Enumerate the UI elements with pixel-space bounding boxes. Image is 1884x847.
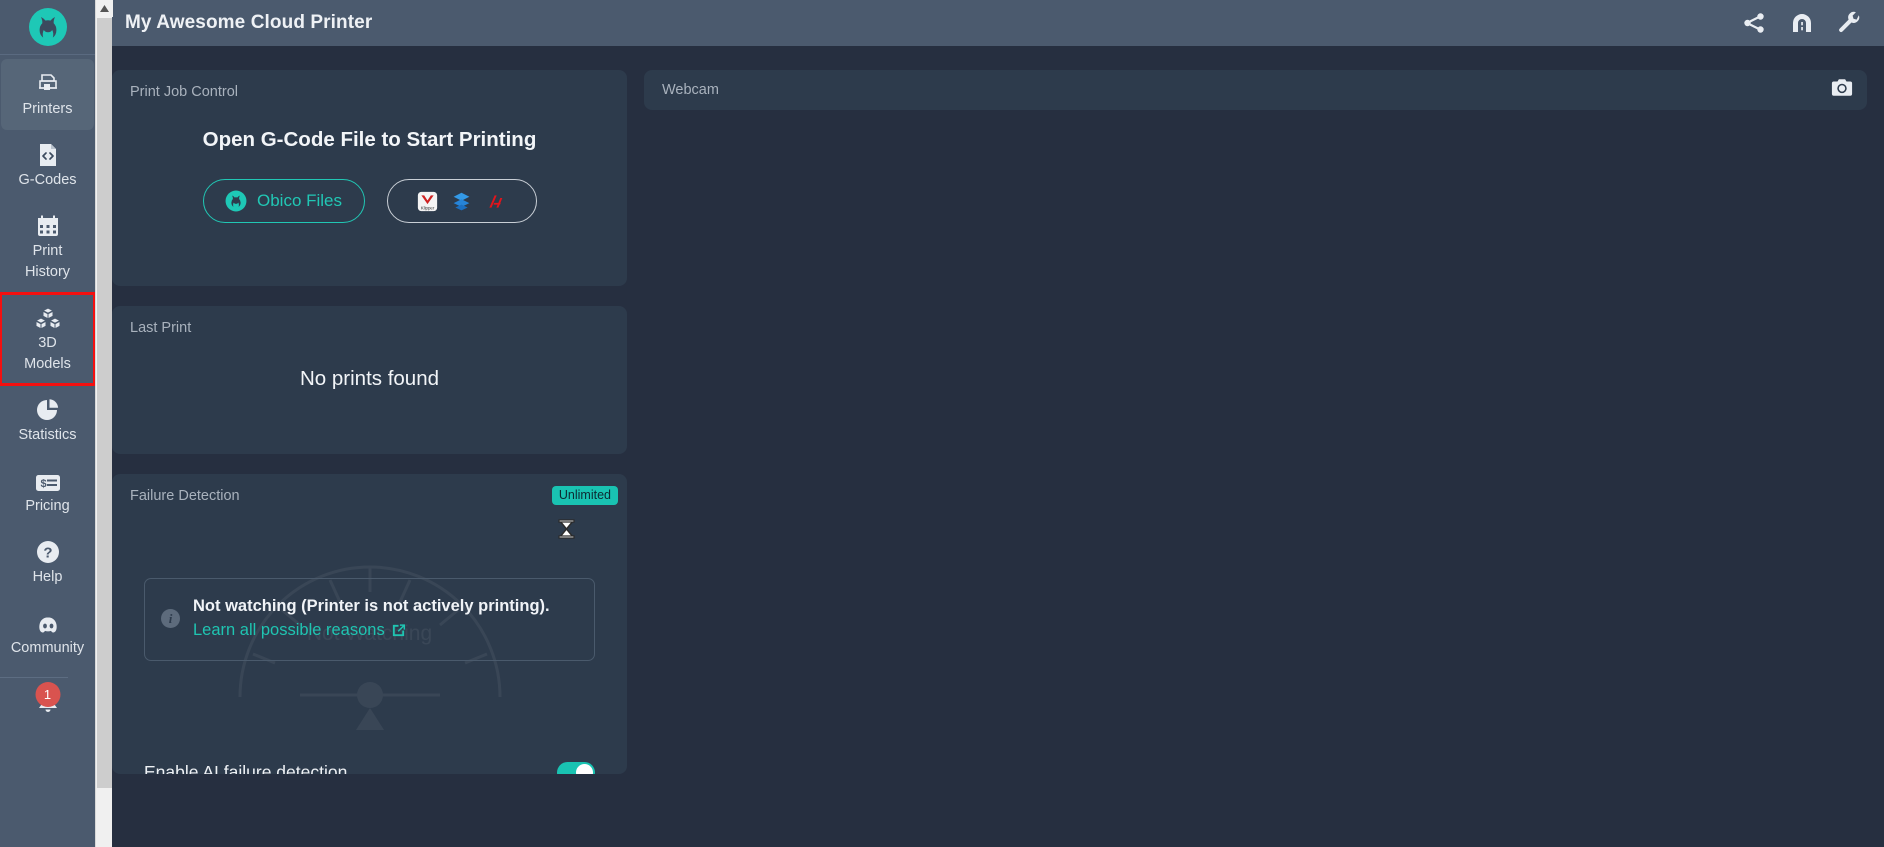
ai-failure-toggle[interactable] — [557, 762, 595, 774]
sidebar-item-label: 3D Models — [24, 335, 71, 372]
sidebar-item-3d-models[interactable]: 3D Models — [0, 292, 95, 386]
tunnel-icon[interactable] — [1790, 11, 1814, 35]
left-column: Print Job Control Open G-Code File to St… — [112, 70, 627, 847]
sidebar-nav: Printers G-Codes Print History 3D Models… — [0, 55, 95, 716]
sidebar-item-notifications[interactable]: 1 — [0, 680, 95, 716]
print-job-buttons: Obico Files Klipper — [112, 179, 627, 223]
wrench-icon[interactable] — [1838, 11, 1862, 35]
printer-icon — [36, 70, 60, 96]
discord-icon — [35, 609, 61, 635]
svg-text:Klipper: Klipper — [421, 205, 435, 210]
camera-icon[interactable] — [1831, 78, 1853, 102]
failure-detection-card: Failure Detection Unlimited Not Watching… — [112, 474, 627, 774]
print-job-control-card: Print Job Control Open G-Code File to St… — [112, 70, 627, 286]
top-bar: My Awesome Cloud Printer — [95, 0, 1884, 46]
klipper-icon: Klipper — [417, 191, 438, 211]
main-area: My Awesome Cloud Printer Print Job Contr… — [95, 0, 1884, 847]
info-icon: i — [161, 609, 180, 628]
slicer-upload-button[interactable]: Klipper — [386, 179, 537, 223]
sidebar-item-label: Statistics — [18, 427, 77, 443]
notification-badge: 1 — [35, 682, 60, 707]
sidebar-item-label: Pricing — [25, 498, 70, 514]
sidebar-item-label: Community — [10, 640, 85, 656]
prusaslicer-icon — [489, 194, 503, 208]
calendar-icon — [36, 212, 60, 238]
3d-models-icon — [34, 304, 61, 330]
obico-files-label: Obico Files — [256, 191, 343, 210]
card-title: Print Job Control — [130, 84, 238, 100]
status-badge: Unlimited — [551, 486, 618, 505]
price-tag-icon: $ — [35, 467, 61, 493]
sidebar-item-label: Print History — [24, 243, 71, 280]
toggle-knob — [576, 764, 593, 774]
gcode-file-icon — [37, 141, 59, 167]
brand-logo[interactable] — [0, 0, 95, 55]
scrollbar-thumb[interactable] — [97, 18, 112, 788]
app-root: Printers G-Codes Print History 3D Models… — [0, 0, 1884, 847]
cura-icon — [453, 192, 470, 210]
obico-logo-icon — [225, 190, 247, 212]
last-print-message: No prints found — [299, 367, 440, 390]
card-title: Webcam — [662, 82, 719, 98]
learn-reasons-link[interactable]: Learn all possible reasons — [193, 619, 406, 642]
sidebar: Printers G-Codes Print History 3D Models… — [0, 0, 95, 847]
external-link-icon — [392, 624, 405, 637]
share-icon[interactable] — [1742, 11, 1766, 35]
card-title: Failure Detection — [130, 488, 240, 504]
sidebar-item-pricing[interactable]: $ Pricing — [0, 456, 95, 527]
obico-files-button[interactable]: Obico Files — [202, 179, 365, 223]
failure-detection-header: Failure Detection Unlimited — [112, 474, 627, 505]
page-title: My Awesome Cloud Printer — [125, 12, 373, 33]
svg-text:$: $ — [40, 478, 46, 490]
sidebar-item-printers[interactable]: Printers — [1, 59, 94, 130]
content-area: Print Job Control Open G-Code File to St… — [95, 46, 1884, 847]
alert-message: Not watching (Printer is not actively pr… — [193, 597, 550, 615]
sidebar-divider — [0, 677, 68, 678]
not-watching-alert: i Not watching (Printer is not actively … — [144, 578, 595, 661]
sidebar-item-label: G-Codes — [18, 172, 77, 188]
scrollbar-up-arrow[interactable] — [96, 0, 113, 17]
print-job-heading: Open G-Code File to Start Printing — [202, 128, 537, 151]
right-column: Webcam — [644, 70, 1884, 847]
page-scrollbar[interactable] — [95, 0, 113, 847]
top-bar-actions — [1742, 11, 1862, 35]
webcam-card: Webcam — [644, 70, 1867, 110]
learn-reasons-label: Learn all possible reasons — [193, 621, 385, 639]
ai-failure-toggle-row: Enable AI failure detection — [112, 762, 627, 774]
sidebar-item-help[interactable]: ? Help — [0, 527, 95, 598]
pie-chart-icon — [36, 396, 60, 422]
question-circle-icon: ? — [36, 538, 60, 564]
last-print-card: Last Print No prints found — [112, 306, 627, 454]
sidebar-item-print-history[interactable]: Print History — [0, 201, 95, 293]
sidebar-item-gcodes[interactable]: G-Codes — [0, 130, 95, 201]
sidebar-item-label: Help — [32, 569, 63, 585]
obico-logo-icon — [28, 8, 67, 46]
sidebar-item-statistics[interactable]: Statistics — [0, 385, 95, 456]
svg-text:?: ? — [43, 545, 52, 562]
ai-failure-toggle-label: Enable AI failure detection — [144, 762, 348, 774]
card-title: Last Print — [130, 320, 192, 336]
sidebar-item-label: Printers — [22, 101, 73, 117]
sidebar-item-community[interactable]: Community — [0, 598, 95, 669]
